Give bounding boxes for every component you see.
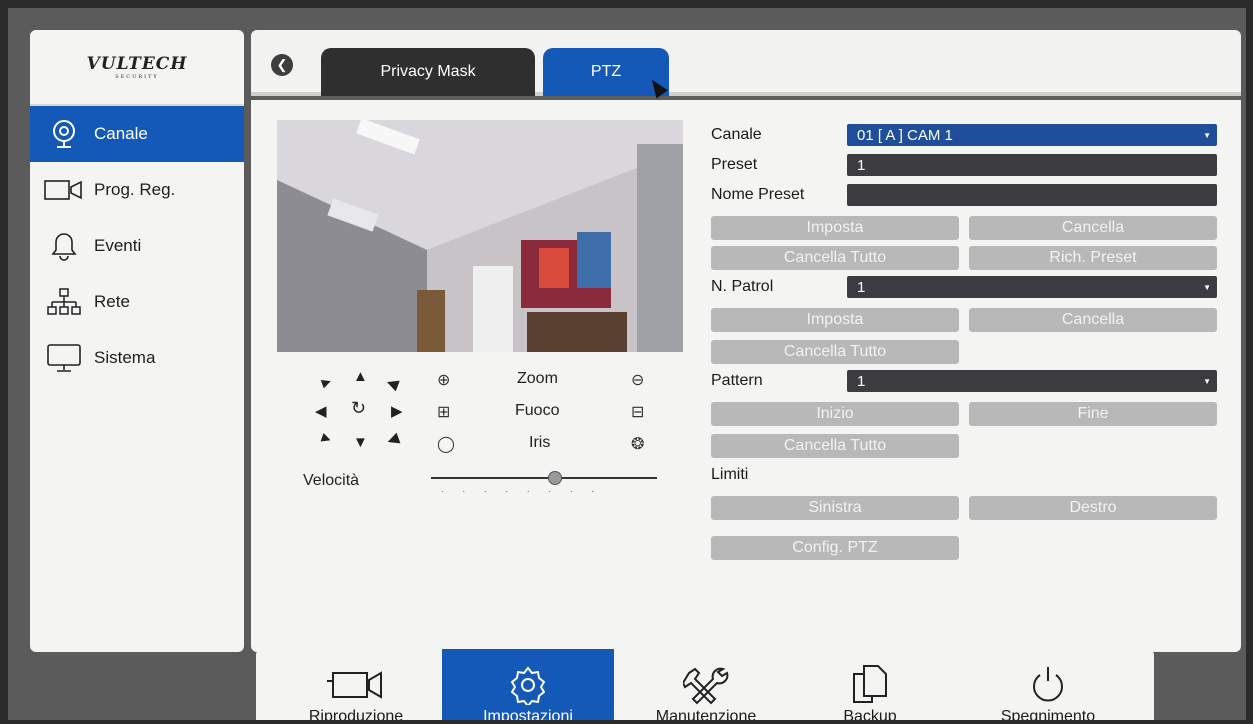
arrow-up-right-icon[interactable]: ◀ <box>384 373 401 394</box>
canale-select[interactable]: 01 [ A ] CAM 1 ▼ <box>847 124 1217 146</box>
pattern-cancella-tutto-button[interactable]: Cancella Tutto <box>711 434 959 458</box>
preset-cancella-button[interactable]: Cancella <box>969 216 1217 240</box>
chevron-left-icon: ❮ <box>276 57 288 72</box>
nav-backup[interactable]: Backup <box>796 649 944 720</box>
sidebar-item-eventi[interactable]: Eventi <box>30 218 244 274</box>
bottom-nav: Riproduzione Impostazioni Manutenzione B… <box>256 649 1154 720</box>
arrow-down-right-icon[interactable]: ◀ <box>384 429 402 450</box>
preset-imposta-button[interactable]: Imposta <box>711 216 959 240</box>
tab-privacy-mask[interactable]: Privacy Mask <box>321 48 535 96</box>
focus-far-icon[interactable]: ⊟ <box>631 402 644 422</box>
preset-value: 1 <box>857 156 866 174</box>
focus-near-icon[interactable]: ⊞ <box>437 402 450 422</box>
speed-ticks: ........ <box>441 484 614 494</box>
sidebar-item-canale[interactable]: Canale <box>30 106 244 162</box>
back-button[interactable]: ❮ <box>271 54 293 76</box>
iris-open-icon[interactable]: ❂ <box>631 434 644 454</box>
chevron-down-icon: ▼ <box>1203 376 1211 386</box>
sidebar-item-label: Sistema <box>94 348 156 367</box>
canale-label: Canale <box>711 126 762 143</box>
nav-spegnimento[interactable]: Spegnimento <box>956 649 1140 720</box>
sidebar: VULTECH SECURITY Canale Prog. Reg. Event… <box>30 30 244 652</box>
ptz-panel: ► ▲ ◀ ◀ ↻ ▶ ► ▼ ◀ ⊕ Zoom ⊖ ⊞ Fuoco ⊟ ◯ I… <box>251 100 1241 652</box>
nav-label: Impostazioni <box>483 708 573 720</box>
preset-field[interactable]: 1 <box>847 154 1217 176</box>
focus-label: Fuoco <box>515 402 560 419</box>
sidebar-item-label: Eventi <box>94 236 142 255</box>
nav-label: Riproduzione <box>308 708 404 720</box>
patrol-imposta-button[interactable]: Imposta <box>711 308 959 332</box>
arrow-left-icon[interactable]: ◀ <box>315 402 327 420</box>
tools-icon <box>683 662 729 708</box>
tab-bar: ❮ Privacy Mask PTZ <box>251 30 1241 96</box>
sinistra-button[interactable]: Sinistra <box>711 496 959 520</box>
bell-icon <box>44 230 84 262</box>
monitor-icon <box>44 342 84 374</box>
sidebar-item-label: Canale <box>94 124 148 143</box>
logo-brand: VULTECH <box>86 54 188 74</box>
pattern-select[interactable]: 1 ▼ <box>847 370 1217 392</box>
nome-preset-field[interactable] <box>847 184 1217 206</box>
video-camera-icon <box>321 662 391 708</box>
iris-close-icon[interactable]: ◯ <box>437 434 455 454</box>
nome-preset-label: Nome Preset <box>711 186 805 203</box>
destro-button[interactable]: Destro <box>969 496 1217 520</box>
patrol-select[interactable]: 1 ▼ <box>847 276 1217 298</box>
logo-sub: SECURITY <box>115 74 159 80</box>
pattern-label: Pattern <box>711 372 763 389</box>
sidebar-item-rete[interactable]: Rete <box>30 274 244 330</box>
ptz-control-pad: ► ▲ ◀ ◀ ↻ ▶ ► ▼ ◀ ⊕ Zoom ⊖ ⊞ Fuoco ⊟ ◯ I… <box>291 368 681 488</box>
nav-label: Manutenzione <box>655 708 757 720</box>
arrow-down-left-icon[interactable]: ► <box>317 428 337 449</box>
arrow-up-left-icon[interactable]: ► <box>317 372 337 393</box>
copy-icon <box>850 662 890 708</box>
pattern-inizio-button[interactable]: Inizio <box>711 402 959 426</box>
webcam-icon <box>44 118 84 150</box>
patrol-cancella-tutto-button[interactable]: Cancella Tutto <box>711 340 959 364</box>
patrol-value: 1 <box>857 278 866 296</box>
iris-label: Iris <box>529 434 551 451</box>
sidebar-item-prog-reg[interactable]: Prog. Reg. <box>30 162 244 218</box>
rich-preset-button[interactable]: Rich. Preset <box>969 246 1217 270</box>
video-camera-icon <box>44 174 84 206</box>
rotate-icon[interactable]: ↻ <box>351 398 366 419</box>
gear-icon <box>506 662 550 708</box>
arrow-right-icon[interactable]: ▶ <box>391 402 403 420</box>
pattern-fine-button[interactable]: Fine <box>969 402 1217 426</box>
chevron-down-icon: ▼ <box>1203 282 1211 292</box>
sidebar-item-label: Prog. Reg. <box>94 180 176 199</box>
camera-preview <box>277 120 683 352</box>
config-ptz-button[interactable]: Config. PTZ <box>711 536 959 560</box>
nav-riproduzione[interactable]: Riproduzione <box>276 649 436 720</box>
preset-cancella-tutto-button[interactable]: Cancella Tutto <box>711 246 959 270</box>
chevron-down-icon: ▼ <box>1203 130 1211 140</box>
patrol-cancella-button[interactable]: Cancella <box>969 308 1217 332</box>
arrow-up-icon[interactable]: ▲ <box>353 368 368 385</box>
network-icon <box>44 286 84 318</box>
pattern-value: 1 <box>857 372 866 390</box>
screen: VULTECH SECURITY Canale Prog. Reg. Event… <box>8 8 1246 720</box>
sidebar-item-label: Rete <box>94 292 130 311</box>
nav-label: Backup <box>843 708 897 720</box>
logo: VULTECH SECURITY <box>30 30 244 106</box>
sidebar-item-sistema[interactable]: Sistema <box>30 330 244 386</box>
nav-manutenzione[interactable]: Manutenzione <box>620 649 792 720</box>
nav-label: Spegnimento <box>1000 708 1096 720</box>
power-icon <box>1028 662 1068 708</box>
canale-value: 01 [ A ] CAM 1 <box>857 126 953 144</box>
speed-label: Velocità <box>303 472 360 489</box>
limiti-label: Limiti <box>711 466 749 483</box>
zoom-out-icon[interactable]: ⊖ <box>631 370 644 390</box>
speed-slider[interactable] <box>431 471 657 485</box>
zoom-label: Zoom <box>517 370 558 387</box>
preset-label: Preset <box>711 156 758 173</box>
patrol-label: N. Patrol <box>711 278 774 295</box>
arrow-down-icon[interactable]: ▼ <box>353 434 368 451</box>
nav-impostazioni[interactable]: Impostazioni <box>442 649 614 720</box>
zoom-in-icon[interactable]: ⊕ <box>437 370 450 390</box>
